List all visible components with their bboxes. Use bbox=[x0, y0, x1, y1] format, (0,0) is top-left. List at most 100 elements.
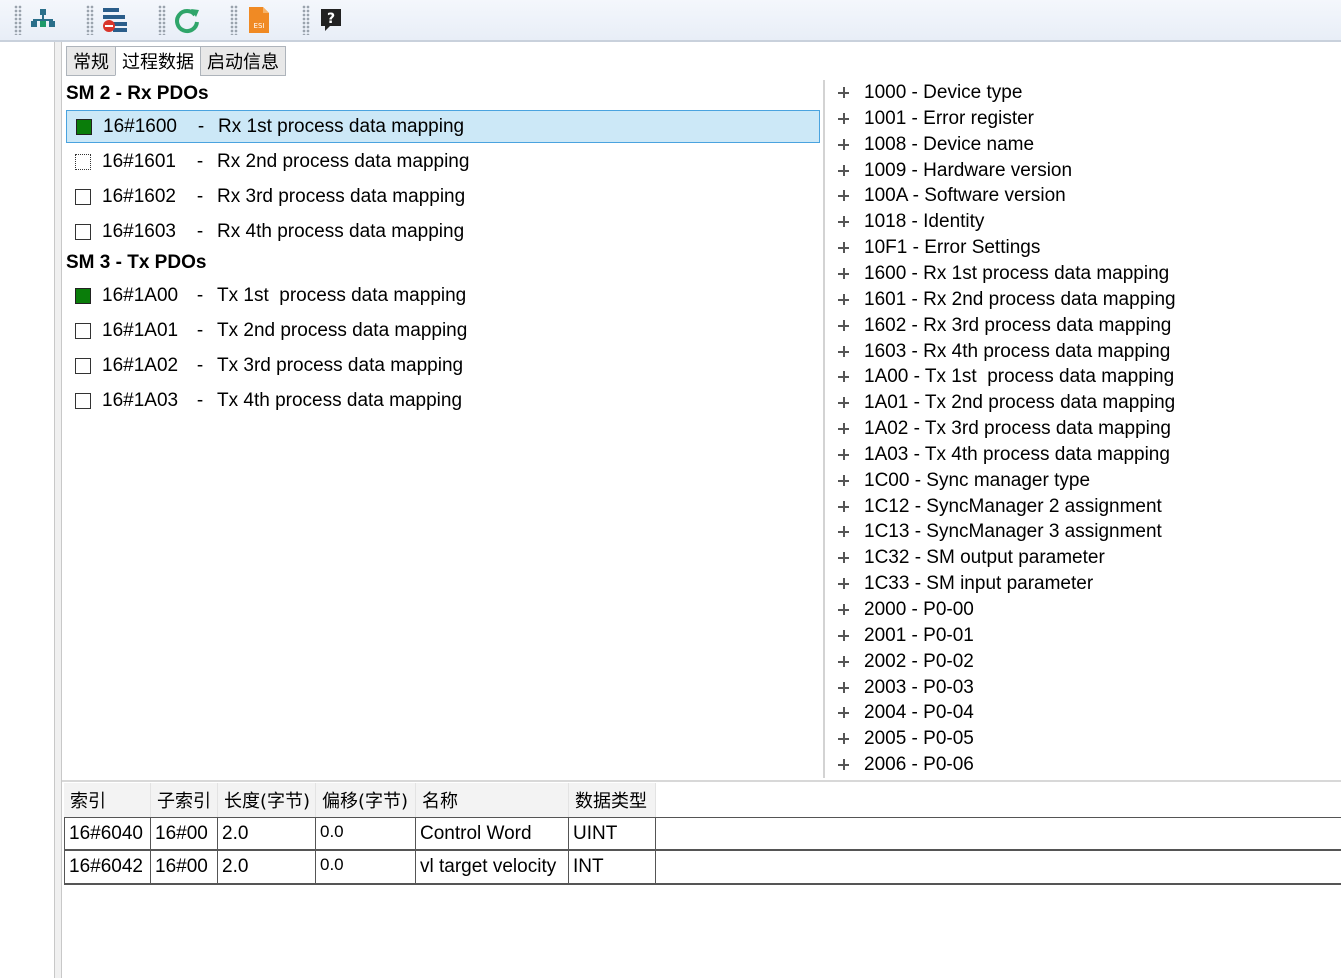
expand-plus-icon[interactable] bbox=[838, 474, 850, 487]
pdo-row[interactable]: 16#1A03- Tx 4th process data mapping bbox=[66, 384, 820, 417]
list-item[interactable]: 1C12 - SyncManager 2 assignment bbox=[838, 494, 1162, 520]
pdo-row[interactable]: 16#1A00- Tx 1st process data mapping bbox=[66, 279, 820, 312]
list-item[interactable]: 1601 - Rx 2nd process data mapping bbox=[838, 287, 1176, 313]
toolbar-grip[interactable] bbox=[302, 5, 310, 35]
pdo-row[interactable]: 16#1A02- Tx 3rd process data mapping bbox=[66, 349, 820, 382]
pdo-checkbox[interactable] bbox=[76, 118, 92, 135]
network-tree-icon[interactable] bbox=[28, 5, 58, 35]
expand-plus-icon[interactable] bbox=[838, 552, 850, 564]
expand-plus-icon[interactable] bbox=[838, 216, 850, 228]
toolbar-grip[interactable] bbox=[14, 5, 22, 35]
pdo-checkbox[interactable] bbox=[75, 223, 91, 240]
list-item[interactable]: 10F1 - Error Settings bbox=[838, 235, 1040, 261]
pdo-checkbox[interactable] bbox=[75, 287, 91, 304]
expand-plus-icon[interactable] bbox=[838, 242, 850, 254]
expand-plus-icon[interactable] bbox=[838, 604, 850, 616]
expand-plus-icon[interactable] bbox=[838, 681, 850, 694]
toolbar-grip[interactable] bbox=[230, 5, 238, 35]
tab-startup-info[interactable]: 启动信息 bbox=[200, 46, 286, 76]
list-item[interactable]: 1A00 - Tx 1st process data mapping bbox=[838, 364, 1174, 390]
object-label: 1602 - Rx 3rd process data mapping bbox=[864, 314, 1172, 336]
expand-plus-icon[interactable] bbox=[838, 293, 850, 306]
pdo-name: Tx 2nd process data mapping bbox=[217, 319, 468, 341]
object-label: 1C12 - SyncManager 2 assignment bbox=[864, 495, 1162, 517]
expand-plus-icon[interactable] bbox=[838, 578, 850, 590]
tab-general[interactable]: 常规 bbox=[66, 46, 116, 76]
list-item[interactable]: 1008 - Device name bbox=[838, 132, 1034, 158]
list-item[interactable]: 1A03 - Tx 4th process data mapping bbox=[838, 442, 1170, 468]
expand-plus-icon[interactable] bbox=[838, 267, 850, 280]
expand-plus-icon[interactable] bbox=[838, 371, 850, 383]
table-row[interactable]: 16#6042 16#00 2.0 0.0 vl target velocity INT bbox=[64, 851, 1341, 885]
list-item[interactable]: 2000 - P0-00 bbox=[838, 597, 974, 623]
expand-plus-icon[interactable] bbox=[838, 526, 850, 538]
expand-plus-icon[interactable] bbox=[838, 164, 850, 177]
expand-plus-icon[interactable] bbox=[838, 345, 850, 358]
list-item[interactable]: 1000 - Device type bbox=[838, 80, 1022, 106]
device-config-icon[interactable] bbox=[100, 5, 130, 35]
list-item[interactable]: 1602 - Rx 3rd process data mapping bbox=[838, 313, 1171, 339]
expand-plus-icon[interactable] bbox=[838, 87, 850, 99]
list-item[interactable]: 2001 - P0-01 bbox=[838, 623, 974, 649]
pdo-row[interactable]: 16#1602- Rx 3rd process data mapping bbox=[66, 180, 820, 213]
list-item[interactable]: 2004 - P0-04 bbox=[838, 700, 974, 726]
list-item[interactable]: 1009 - Hardware version bbox=[838, 158, 1072, 184]
pdo-checkbox[interactable] bbox=[75, 392, 91, 409]
expand-plus-icon[interactable] bbox=[838, 423, 850, 435]
tab-process-data[interactable]: 过程数据 bbox=[115, 46, 201, 76]
header-index[interactable]: 索引 bbox=[64, 783, 151, 817]
pdo-row[interactable]: 16#1A01- Tx 2nd process data mapping bbox=[66, 314, 820, 347]
expand-plus-icon[interactable] bbox=[838, 655, 850, 668]
pdo-checkbox[interactable] bbox=[75, 357, 91, 374]
list-item[interactable]: 1A01 - Tx 2nd process data mapping bbox=[838, 390, 1175, 416]
toolbar-grip[interactable] bbox=[86, 5, 94, 35]
list-item[interactable]: 2006 - P0-06 bbox=[838, 752, 974, 778]
cell-name: vl target velocity bbox=[416, 851, 569, 883]
expand-plus-icon[interactable] bbox=[838, 397, 850, 409]
list-item[interactable]: 1001 - Error register bbox=[838, 106, 1034, 132]
header-subindex[interactable]: 子索引 bbox=[151, 783, 218, 817]
pdo-row[interactable]: 16#1600- Rx 1st process data mapping bbox=[66, 110, 820, 143]
expand-plus-icon[interactable] bbox=[838, 319, 850, 332]
list-item[interactable]: 1C33 - SM input parameter bbox=[838, 571, 1093, 597]
list-item[interactable]: 100A - Software version bbox=[838, 183, 1066, 209]
list-item[interactable]: 1603 - Rx 4th process data mapping bbox=[838, 339, 1170, 365]
expand-plus-icon[interactable] bbox=[838, 733, 850, 745]
list-item[interactable]: 1C13 - SyncManager 3 assignment bbox=[838, 519, 1162, 545]
table-row[interactable]: 16#6040 16#00 2.0 0.0 Control Word UINT bbox=[64, 817, 1341, 851]
pdo-row[interactable]: 16#1603- Rx 4th process data mapping bbox=[66, 215, 820, 248]
list-item[interactable]: 1C00 - Sync manager type bbox=[838, 468, 1090, 494]
help-icon[interactable]: ? bbox=[316, 5, 346, 35]
expand-plus-icon[interactable] bbox=[838, 629, 850, 642]
pdo-checkbox[interactable] bbox=[75, 188, 91, 205]
header-name[interactable]: 名称 bbox=[416, 783, 569, 817]
list-item[interactable]: 1A02 - Tx 3rd process data mapping bbox=[838, 416, 1171, 442]
header-datatype[interactable]: 数据类型 bbox=[569, 783, 656, 817]
left-splitter[interactable] bbox=[55, 42, 62, 978]
header-length[interactable]: 长度(字节) bbox=[218, 783, 316, 817]
list-item[interactable]: 2002 - P0-02 bbox=[838, 649, 974, 675]
list-item[interactable]: 1018 - Identity bbox=[838, 209, 984, 235]
pdo-checkbox[interactable] bbox=[75, 322, 91, 339]
expand-plus-icon[interactable] bbox=[838, 138, 850, 151]
expand-plus-icon[interactable] bbox=[838, 500, 850, 513]
expand-plus-icon[interactable] bbox=[838, 190, 850, 202]
list-item[interactable]: 2003 - P0-03 bbox=[838, 675, 974, 701]
expand-plus-icon[interactable] bbox=[838, 448, 850, 461]
refresh-icon[interactable] bbox=[172, 5, 202, 35]
cell-offset: 0.0 bbox=[316, 818, 416, 849]
expand-plus-icon[interactable] bbox=[838, 759, 850, 771]
expand-plus-icon[interactable] bbox=[838, 707, 850, 719]
esi-file-icon[interactable]: ESI bbox=[244, 5, 274, 35]
list-item[interactable]: 1C32 - SM output parameter bbox=[838, 545, 1105, 571]
horizontal-splitter[interactable] bbox=[62, 780, 1341, 782]
pdo-index: 16#1603 bbox=[102, 220, 176, 242]
expand-plus-icon[interactable] bbox=[838, 112, 850, 125]
list-item[interactable]: 2005 - P0-05 bbox=[838, 726, 974, 752]
toolbar-grip[interactable] bbox=[158, 5, 166, 35]
vertical-splitter[interactable] bbox=[823, 80, 825, 778]
pdo-row[interactable]: 16#1601- Rx 2nd process data mapping bbox=[66, 145, 820, 178]
header-offset[interactable]: 偏移(字节) bbox=[316, 783, 416, 817]
list-item[interactable]: 1600 - Rx 1st process data mapping bbox=[838, 261, 1169, 287]
pdo-checkbox[interactable] bbox=[75, 153, 91, 170]
